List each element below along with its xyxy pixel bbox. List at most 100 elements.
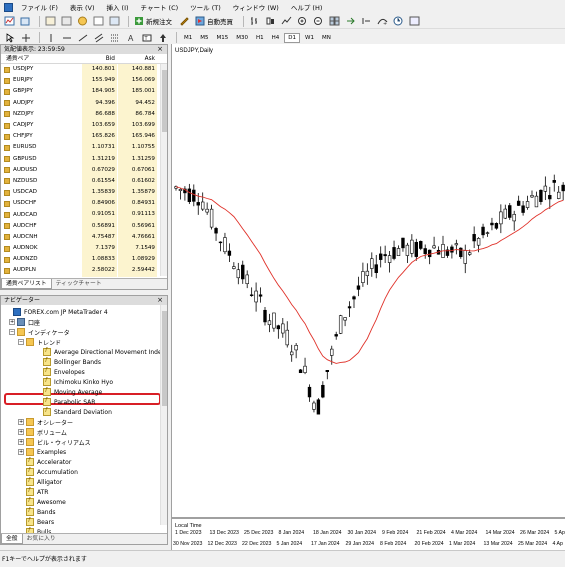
close-icon[interactable]: × [157, 296, 163, 305]
market-watch-row[interactable]: AUDCAD 0.91051 0.91113 [1, 209, 167, 221]
indicators-icon[interactable]: + [376, 15, 389, 27]
market-watch-row[interactable]: NZDJPY 86.688 86.784 [1, 108, 167, 120]
navigator-icon[interactable] [76, 15, 89, 27]
navigator-item[interactable]: − トレンド [18, 337, 61, 347]
navigator-item[interactable]: + Examples [18, 447, 66, 457]
zoom-out-icon[interactable] [312, 15, 325, 27]
tab-general[interactable]: 全般 [1, 534, 23, 544]
tab-favorites[interactable]: お気に入り [23, 534, 60, 544]
market-watch-row[interactable]: USDCHF 0.84906 0.84931 [1, 198, 167, 210]
market-watch-row[interactable]: AUDNZD 1.08833 1.08929 [1, 254, 167, 266]
menu-file[interactable]: ファイル (F) [21, 2, 58, 12]
scrollbar-thumb[interactable] [162, 311, 167, 406]
tester-icon[interactable] [108, 15, 121, 27]
menu-view[interactable]: 表示 (V) [70, 2, 95, 12]
close-icon[interactable]: × [157, 45, 163, 54]
navigator-item[interactable]: Bands [26, 507, 56, 517]
chart-window[interactable]: USDJPY,Daily Local Time 1 Dec 2023 13 Dec 2… [171, 44, 565, 550]
price-chart[interactable]: USDJPY,Daily Local Time1 Dec 2023 13 Dec 2… [172, 44, 565, 550]
timeframe-h1[interactable]: H1 [253, 34, 267, 42]
navigator-item[interactable]: Bollinger Bands [43, 357, 101, 367]
navigator-item[interactable]: FOREX.com JP MetaTrader 4 [13, 307, 108, 317]
data-window-icon[interactable] [60, 15, 73, 27]
market-watch-row[interactable]: AUDNOK 7.1379 7.1549 [1, 243, 167, 255]
tab-tick-chart[interactable]: ティックチャート [52, 279, 106, 289]
market-watch-row[interactable]: CHFJPY 165.826 165.946 [1, 131, 167, 143]
navigator-item[interactable]: Bears [26, 517, 54, 527]
market-watch-row[interactable]: EURUSD 1.10731 1.10755 [1, 142, 167, 154]
navigator-item[interactable]: Average Directional Movement Index [43, 347, 165, 357]
column-bid[interactable]: Bid [81, 54, 115, 63]
navigator-item[interactable]: Moving Average [43, 387, 102, 397]
timeframe-m1[interactable]: M1 [181, 34, 195, 42]
line-chart-icon[interactable] [280, 15, 293, 27]
candlestick-icon[interactable] [264, 15, 277, 27]
navigator-item[interactable]: Parabolic SAR [43, 397, 95, 407]
market-watch-row[interactable]: AUDPLN 2.58022 2.59442 [1, 265, 167, 277]
channel-icon[interactable] [92, 32, 105, 44]
menu-insert[interactable]: 挿入 (I) [106, 2, 128, 12]
timeframe-h4[interactable]: H4 [269, 34, 283, 42]
market-watch-scrollbar[interactable] [160, 64, 167, 276]
navigator-item[interactable]: + ビル・ウィリアムス [18, 437, 91, 447]
menu-help[interactable]: ヘルプ (H) [291, 2, 323, 12]
scrollbar-thumb[interactable] [162, 70, 167, 132]
navigator-item[interactable]: − インディケータ [9, 327, 70, 337]
expand-toggle-icon[interactable]: + [18, 429, 24, 435]
navigator-item[interactable]: Ichimoku Kinko Hyo [43, 377, 113, 387]
text-icon[interactable]: A [124, 32, 137, 44]
navigator-item[interactable]: Awesome [26, 497, 66, 507]
market-watch-row[interactable]: EURJPY 155.949 156.069 [1, 75, 167, 87]
navigator-item[interactable]: + オシレーター [18, 417, 73, 427]
expand-toggle-icon[interactable]: + [18, 419, 24, 425]
label-icon[interactable]: T [140, 32, 153, 44]
templates-icon[interactable] [408, 15, 421, 27]
market-watch-row[interactable]: AUDCNH 4.75487 4.76661 [1, 231, 167, 243]
chart-shift-icon[interactable] [360, 15, 373, 27]
market-watch-row[interactable]: USDCAD 1.35839 1.35879 [1, 187, 167, 199]
column-symbol[interactable]: 通貨ペア [1, 54, 81, 63]
horizontal-line-icon[interactable] [60, 32, 73, 44]
market-watch-row[interactable]: GBPJPY 184.905 185.001 [1, 86, 167, 98]
column-ask[interactable]: Ask [115, 54, 155, 63]
timeframe-m5[interactable]: M5 [197, 34, 211, 42]
market-watch-row[interactable]: NZDUSD 0.61554 0.61602 [1, 175, 167, 188]
vertical-line-icon[interactable] [44, 32, 57, 44]
navigator-item[interactable]: Alligator [26, 477, 62, 487]
navigator-item[interactable]: Envelopes [43, 367, 85, 377]
market-watch-row[interactable]: GBPUSD 1.31219 1.31259 [1, 153, 167, 165]
market-watch-row[interactable]: AUDJPY 94.396 94.452 [1, 97, 167, 109]
periods-icon[interactable] [392, 15, 405, 27]
navigator-scrollbar[interactable] [160, 305, 167, 525]
profiles-icon[interactable] [19, 15, 32, 27]
tile-windows-icon[interactable] [328, 15, 341, 27]
expand-toggle-icon[interactable]: + [9, 319, 15, 325]
timeframe-m15[interactable]: M15 [214, 34, 232, 42]
auto-scroll-icon[interactable] [344, 15, 357, 27]
terminal-icon[interactable] [92, 15, 105, 27]
trendline-icon[interactable] [76, 32, 89, 44]
market-watch-row[interactable]: USDJPY 140.801 140.881 [1, 64, 167, 76]
market-watch-row[interactable]: AUDCHF 0.56891 0.56961 [1, 220, 167, 232]
bar-chart-icon[interactable] [248, 15, 261, 27]
cursor-icon[interactable] [3, 32, 16, 44]
navigator-item[interactable]: + ボリューム [18, 427, 67, 437]
timeframe-w1[interactable]: W1 [302, 34, 317, 42]
menu-window[interactable]: ウィンドウ (W) [233, 2, 279, 12]
timeframe-m30[interactable]: M30 [233, 34, 251, 42]
expand-toggle-icon[interactable]: + [18, 439, 24, 445]
timeframe-d1[interactable]: D1 [284, 32, 301, 43]
market-watch-icon[interactable] [44, 15, 57, 27]
zoom-in-icon[interactable] [296, 15, 309, 27]
navigator-item[interactable]: Standard Deviation [43, 407, 112, 417]
arrows-icon[interactable] [156, 32, 169, 44]
expand-toggle-icon[interactable]: − [18, 339, 24, 345]
timeframe-mn[interactable]: MN [319, 34, 334, 42]
meta-editor-icon[interactable] [178, 15, 191, 27]
navigator-item[interactable]: Accelerator [26, 457, 71, 467]
expand-toggle-icon[interactable]: − [9, 329, 15, 335]
navigator-item[interactable]: Accumulation [26, 467, 78, 477]
tab-symbols[interactable]: 通貨ペアリスト [1, 279, 52, 289]
menu-charts[interactable]: チャート (C) [141, 2, 179, 12]
navigator-item[interactable]: ATR [26, 487, 48, 497]
